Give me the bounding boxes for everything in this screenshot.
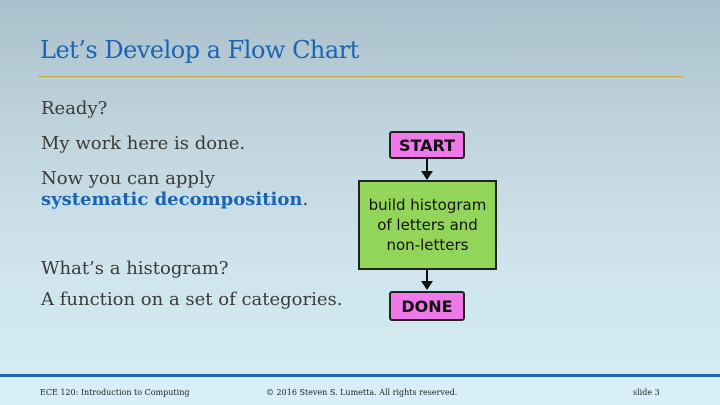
text-ready: Ready?: [41, 98, 108, 119]
text-period: .: [302, 189, 309, 210]
footer-slide-number: slide 3: [633, 388, 660, 397]
slide-title: Let’s Develop a Flow Chart: [40, 36, 359, 64]
process-label-line-3: non-letters: [386, 236, 469, 254]
text-work-done: My work here is done.: [41, 133, 246, 154]
footer-course: ECE 120: Introduction to Computing: [40, 388, 190, 397]
flowchart-arrow-head-2: [421, 281, 433, 290]
slide: Let’s Develop a Flow Chart Ready? My wor…: [0, 0, 720, 405]
text-function-definition: A function on a set of categories.: [41, 289, 343, 310]
text-now-apply: Now you can apply: [41, 168, 215, 189]
flowchart-process-node: build histogram of letters and non-lette…: [358, 180, 497, 270]
footer-copyright: © 2016 Steven S. Lumetta. All rights res…: [266, 388, 458, 397]
start-label: START: [398, 135, 456, 155]
process-label-line-1: build histogram: [368, 196, 487, 214]
flowchart-arrow-head-1: [421, 171, 433, 180]
text-decomposition-line: systematic decomposition.: [41, 189, 308, 211]
process-label-line-2: of letters and: [377, 216, 478, 234]
flowchart-start-node: START: [389, 131, 465, 159]
text-systematic-decomposition: systematic decomposition: [41, 189, 303, 210]
done-label: DONE: [401, 296, 453, 316]
flowchart-done-node: DONE: [389, 291, 465, 321]
text-histogram-question: What’s a histogram?: [41, 258, 229, 279]
title-divider: [38, 76, 683, 77]
